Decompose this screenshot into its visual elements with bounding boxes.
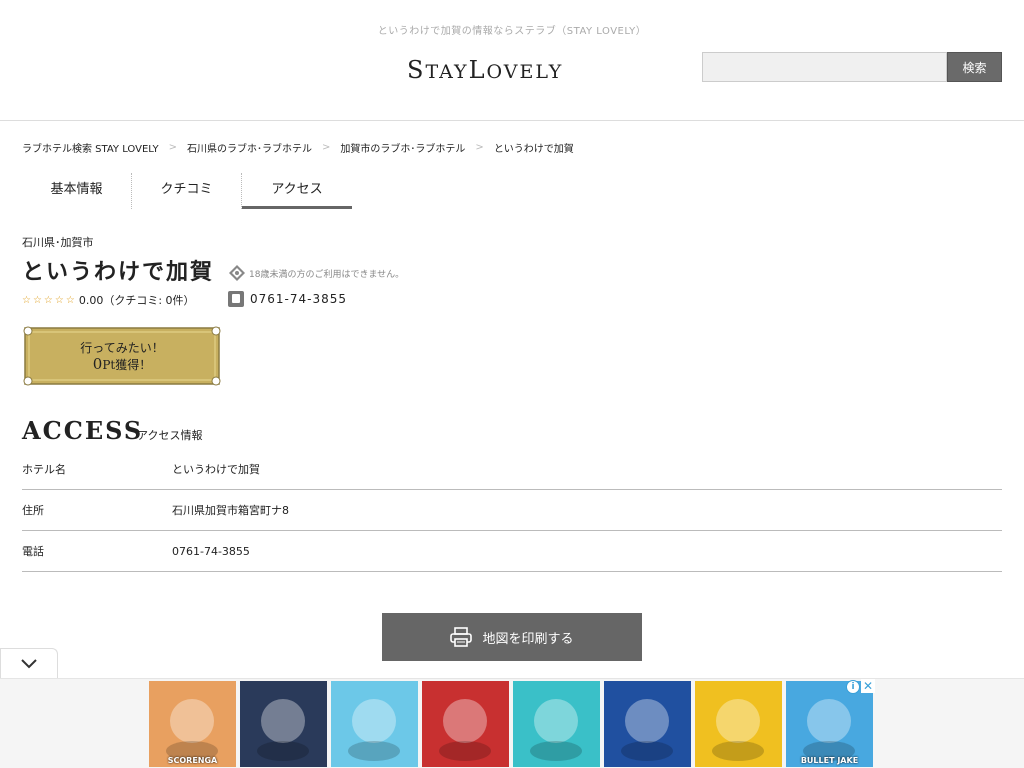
- access-subheading: アクセス情報: [137, 429, 203, 442]
- breadcrumb-separator: >: [168, 142, 178, 153]
- ad-tile[interactable]: BULLET JAKE: [786, 681, 873, 767]
- search-form: 検索: [702, 52, 1002, 82]
- collapse-ad-button[interactable]: [0, 648, 58, 678]
- ad-tile[interactable]: SCORENGA: [149, 681, 236, 767]
- want-to-go-button[interactable]: 行ってみたい！ 0Pt獲得！: [22, 325, 222, 387]
- ad-tile[interactable]: [240, 681, 327, 767]
- ad-tiles: SCORENGA BULLET JAKE: [149, 681, 877, 767]
- crewmate-game-icon: [621, 699, 673, 761]
- print-map-label: 地図を印刷する: [482, 631, 574, 647]
- logo-letter-s: S: [407, 56, 426, 84]
- hotel-tabs: 基本情報 クチコミ アクセス: [22, 173, 352, 209]
- page-title: というわけで加賀: [22, 260, 215, 285]
- search-input[interactable]: [702, 52, 947, 82]
- star-rating-icon: ☆☆☆☆☆: [22, 294, 77, 306]
- ad-tile-label: BULLET JAKE: [800, 756, 859, 765]
- row-label: ホテル名: [22, 463, 66, 476]
- phone-icon: [228, 291, 244, 307]
- talking-cat-icon: [348, 699, 400, 761]
- access-heading: ACCESS: [22, 416, 144, 445]
- hedgehog-game-icon: [712, 699, 764, 761]
- plumber-game-icon: [439, 699, 491, 761]
- ad-tile[interactable]: [422, 681, 509, 767]
- breadcrumb-home[interactable]: ラブホテル検索 STAY LOVELY: [22, 140, 159, 155]
- age-note-text: 18歳未満の方のご利用はできません。: [249, 269, 405, 280]
- breadcrumb-current[interactable]: というわけで加賀: [494, 140, 574, 155]
- runner-game-icon: [166, 699, 218, 761]
- search-button[interactable]: 検索: [947, 52, 1002, 82]
- adventure-game-icon: [803, 699, 855, 761]
- breadcrumb-separator: >: [475, 142, 484, 153]
- breadcrumb-prefecture[interactable]: 石川県のラブホ･ラブホテル: [187, 140, 312, 155]
- points-label: 0Pt獲得！: [22, 355, 222, 373]
- row-label: 住所: [22, 504, 44, 517]
- logo-letter-l: L: [468, 56, 487, 84]
- row-label: 電話: [22, 545, 44, 558]
- table-row: 住所 石川県加賀市箱宮町ナ8: [22, 490, 1002, 531]
- ad-tile[interactable]: [695, 681, 782, 767]
- logo-letters-ovely: OVELY: [486, 61, 564, 83]
- want-to-go-label: 行ってみたい！: [80, 341, 164, 355]
- tab-basic-info[interactable]: 基本情報: [22, 173, 132, 209]
- cat-mouse-game-icon: [530, 699, 582, 761]
- chevron-down-icon: [21, 658, 37, 668]
- row-value: というわけで加賀: [172, 463, 260, 476]
- adult-only-icon: [229, 265, 245, 281]
- logo-letters-tay: TAY: [425, 61, 469, 83]
- site-tagline: というわけで加賀の情報ならステラブ（STAY LOVELY）: [377, 26, 647, 37]
- row-value: 0761-74-3855: [172, 544, 250, 558]
- squid-game-icon: [257, 699, 309, 761]
- age-restriction-note: 18歳未満の方のご利用はできません。: [228, 264, 404, 282]
- ad-tile[interactable]: [513, 681, 600, 767]
- points-suffix: 獲得！: [115, 358, 152, 372]
- rating-text[interactable]: 0.00（クチコミ: 0件）: [79, 292, 195, 308]
- row-value: 石川県加賀市箱宮町ナ8: [172, 504, 289, 517]
- table-row: 電話 0761-74-3855: [22, 531, 1002, 572]
- ad-tile-label: SCORENGA: [167, 756, 218, 765]
- access-table: ホテル名 というわけで加賀 住所 石川県加賀市箱宮町ナ8 電話 0761-74-…: [22, 449, 1002, 572]
- hotel-phone: 0761-74-3855: [228, 291, 347, 307]
- site-logo[interactable]: STAYLOVELY: [407, 56, 619, 84]
- tab-reviews[interactable]: クチコミ: [132, 173, 242, 209]
- header-divider: [0, 120, 1024, 121]
- ad-close-icon[interactable]: ✕: [861, 679, 875, 693]
- ad-tile[interactable]: [604, 681, 691, 767]
- ad-info-icon[interactable]: i: [846, 680, 860, 694]
- rating: ☆☆☆☆☆ 0.00（クチコミ: 0件）: [22, 292, 195, 308]
- printer-icon: [450, 627, 473, 647]
- table-row: ホテル名 というわけで加賀: [22, 449, 1002, 490]
- ad-tile[interactable]: [331, 681, 418, 767]
- breadcrumb-city[interactable]: 加賀市のラブホ･ラブホテル: [340, 140, 465, 155]
- hotel-location: 石川県･加賀市: [22, 236, 94, 249]
- points-unit: Pt: [102, 358, 116, 372]
- print-map-button[interactable]: 地図を印刷する: [382, 613, 642, 661]
- breadcrumb: ラブホテル検索 STAY LOVELY > 石川県のラブホ･ラブホテル > 加賀…: [22, 140, 574, 155]
- phone-number[interactable]: 0761-74-3855: [250, 292, 347, 306]
- tab-access[interactable]: アクセス: [242, 173, 352, 209]
- points-value: 0: [92, 355, 103, 373]
- breadcrumb-separator: >: [322, 142, 331, 153]
